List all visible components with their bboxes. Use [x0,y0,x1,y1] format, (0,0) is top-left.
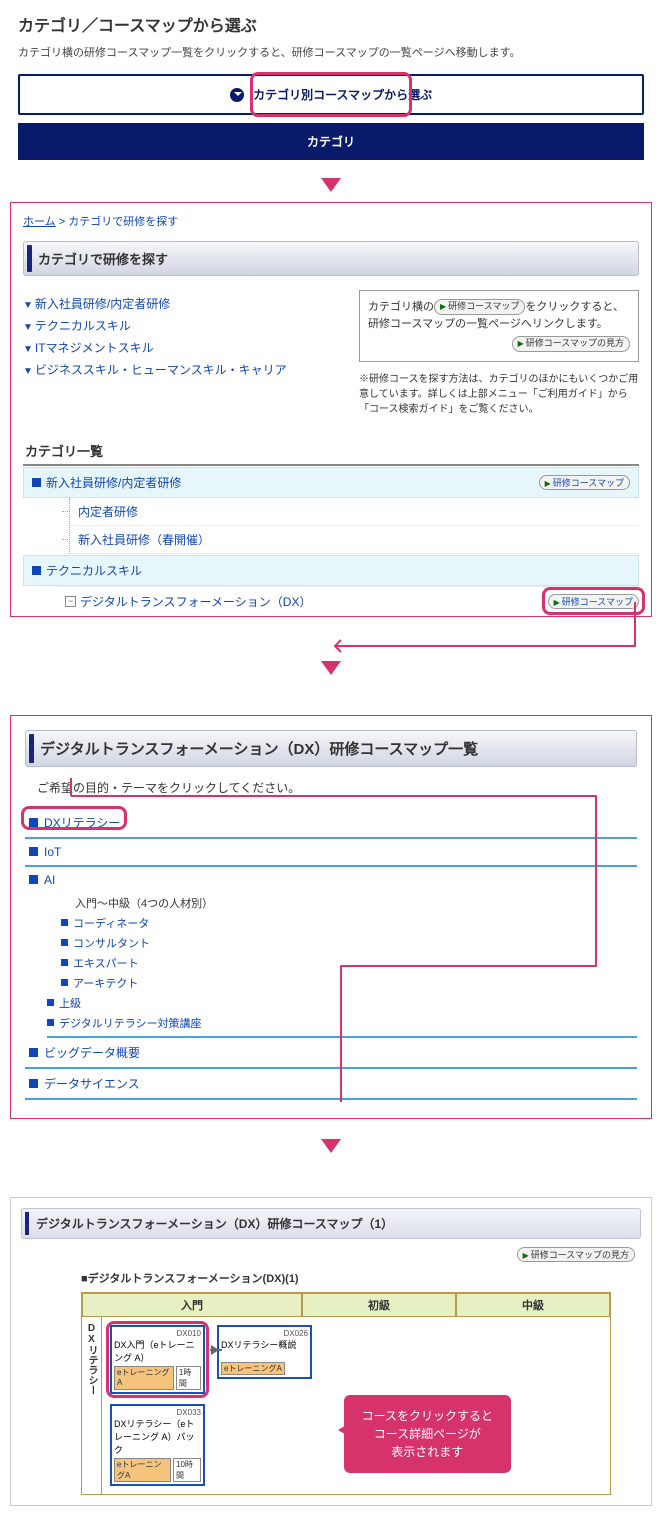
course-id: DX026 [221,1329,308,1338]
level-header-intermediate: 中級 [456,1293,610,1317]
square-bullet-icon [29,1048,38,1057]
course-tag: eトレーニングA [114,1366,174,1390]
chevron-down-icon [230,88,244,102]
map-item-datascience[interactable]: データサイエンス [25,1069,637,1100]
tree-leaf[interactable]: 内定者研修 [70,498,639,526]
panel-heading: デジタルトランスフォーメーション（DX）研修コースマップ一覧 [25,730,637,767]
course-id: DX010 [114,1329,201,1338]
table-caption: ■デジタルトランスフォーメーション(DX)(1) [81,1270,641,1286]
how-to-chip[interactable]: 研修コースマップの見方 [512,336,630,352]
anchor-list: 新入社員研修/内定者研修 テクニカルスキル ITマネジメントスキル ビジネススキ… [23,290,341,417]
page-title: カテゴリ／コースマップから選ぶ [18,12,644,36]
square-bullet-icon [29,818,38,827]
category-row[interactable]: テクニカルスキル [23,555,639,586]
row-label: DXリテラシー [82,1317,102,1494]
square-bullet-icon [29,875,38,884]
connector-line [335,594,655,654]
tree-leaf[interactable]: 新入社員研修（春開催） [70,526,639,554]
map-item-bigdata[interactable]: ビッグデータ概要 [25,1038,637,1069]
category-list-heading: カテゴリ一覧 [23,437,639,466]
course-title: DXリテラシー概説 [221,1338,308,1360]
map-subitem[interactable]: コンサルタント [61,933,637,953]
flow-arrow-icon [210,1349,222,1361]
category-button[interactable]: カテゴリ [18,123,644,160]
course-tag: eトレーニングA [114,1458,171,1482]
square-bullet-icon [61,939,68,946]
course-id: DX033 [114,1408,201,1417]
level-header-beginner: 初級 [302,1293,456,1317]
map-subitem[interactable]: アーキテクト [61,973,637,993]
note-text: ※研修コースを探す方法は、カテゴリのほかにもいくつかご用意しています。詳しくは上… [359,372,639,417]
course-title: DXリテラシー（eトレーニング A）パック [114,1417,201,1456]
arrow-down-icon [321,178,341,202]
square-bullet-icon [47,1019,54,1026]
info-box: カテゴリ横の研修コースマップをクリックすると、研修コースマップの一覧ページへリン… [359,290,639,362]
course-map-list-panel: デジタルトランスフォーメーション（DX）研修コースマップ一覧 ご希望の目的・テー… [10,715,652,1119]
map-subitem[interactable]: 上級 [47,993,637,1013]
square-bullet-icon [32,566,41,575]
tree-toggle-icon[interactable]: − [65,596,76,607]
map-select-button[interactable]: カテゴリ別コースマップから選ぶ [18,74,644,115]
course-map-detail-panel: デジタルトランスフォーメーション（DX）研修コースマップ（1） 研修コースマップ… [10,1197,652,1506]
course-tag: eトレーニングA [221,1362,285,1375]
map-item-ai[interactable]: AI [25,867,637,893]
breadcrumb-home[interactable]: ホーム [23,216,56,228]
course-box-dx010[interactable]: DX010 DX入門（eトレーニング A） eトレーニングA1時間 [110,1325,205,1394]
square-bullet-icon [61,979,68,986]
map-subitem[interactable]: デジタルリテラシー対策講座 [47,1013,637,1038]
map-select-label: カテゴリ別コースマップから選ぶ [253,88,432,102]
anchor-item[interactable]: 新入社員研修/内定者研修 [23,295,341,312]
square-bullet-icon [61,959,68,966]
panel-desc: ご希望の目的・テーマをクリックしてください。 [37,779,637,796]
anchor-item[interactable]: ITマネジメントスキル [23,339,341,356]
category-search-panel: ホーム > カテゴリで研修を探す カテゴリで研修を探す 新入社員研修/内定者研修… [10,202,652,617]
panel-heading: カテゴリで研修を探す [23,241,639,276]
square-bullet-icon [29,847,38,856]
level-header-intro: 入門 [82,1293,302,1317]
square-bullet-icon [32,478,41,487]
course-box-dx026[interactable]: DX026 DXリテラシー概説 eトレーニングA [217,1325,312,1379]
map-subitem[interactable]: エキスパート [61,953,637,973]
arrow-down-icon [321,661,341,685]
panel-heading: デジタルトランスフォーメーション（DX）研修コースマップ（1） [21,1208,641,1239]
how-to-chip[interactable]: 研修コースマップの見方 [517,1247,635,1262]
map-item-iot[interactable]: IoT [25,839,637,867]
category-row[interactable]: 新入社員研修/内定者研修 研修コースマップ [23,467,639,498]
breadcrumb: ホーム > カテゴリで研修を探す [23,213,639,229]
anchor-item[interactable]: テクニカルスキル [23,317,341,334]
course-duration: 1時間 [176,1366,201,1390]
sub-tree: 内定者研修 新入社員研修（春開催） [69,498,639,554]
course-title: DX入門（eトレーニング A） [114,1338,201,1364]
breadcrumb-current: カテゴリで研修を探す [68,216,178,228]
square-bullet-icon [47,999,54,1006]
square-bullet-icon [61,919,68,926]
course-duration: 10時間 [173,1458,201,1482]
page-desc: カテゴリ横の研修コースマップ一覧をクリックすると、研修コースマップの一覧ページへ… [18,44,644,60]
course-map-chip[interactable]: 研修コースマップ [539,475,630,490]
anchor-item[interactable]: ビジネススキル・ヒューマンスキル・キャリア [23,361,341,378]
arrow-down-icon [321,1139,341,1163]
map-item-dx-literacy[interactable]: DXリテラシー [25,808,637,839]
sub-heading: 入門～中級（4つの人材別） [75,893,637,913]
course-box-dx033[interactable]: DX033 DXリテラシー（eトレーニング A）パック eトレーニングA10時間 [110,1404,205,1486]
map-subitem[interactable]: コーディネータ [61,913,637,933]
square-bullet-icon [29,1079,38,1088]
course-map-chip[interactable]: 研修コースマップ [434,299,525,315]
callout-tooltip: コースをクリックすると コース詳細ページが 表示されます [344,1395,511,1473]
